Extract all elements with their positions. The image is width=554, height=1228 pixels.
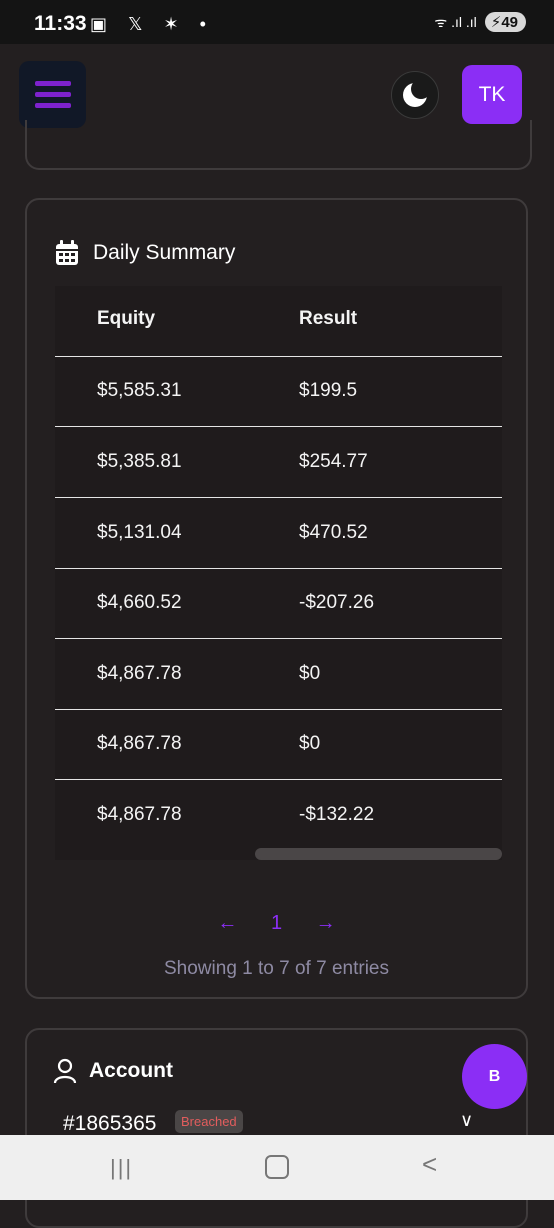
back-button[interactable]: <: [422, 1149, 437, 1180]
table-row: $4,867.78 $0: [55, 639, 502, 710]
result-cell: $254.77: [299, 451, 368, 472]
table-row: $5,131.04 $470.52: [55, 498, 502, 569]
user-icon: [53, 1058, 77, 1084]
table-header-row: Equity Result: [55, 286, 502, 357]
card-title: Daily Summary: [93, 241, 236, 264]
entries-info: Showing 1 to 7 of 7 entries: [164, 958, 389, 979]
account-id[interactable]: #1865365: [63, 1112, 156, 1136]
hamburger-icon: [35, 81, 71, 86]
menu-button[interactable]: [19, 61, 86, 128]
horizontal-scrollbar[interactable]: [255, 848, 502, 860]
next-page-button[interactable]: →: [316, 912, 336, 935]
column-header-equity: Equity: [97, 308, 156, 329]
account-header: Account: [53, 1058, 173, 1084]
battery-icon: ⚡49: [484, 12, 526, 32]
status-time: 11:33: [34, 12, 87, 35]
daily-summary-card: Daily Summary Equity Result $5,585.31 $1…: [25, 198, 528, 999]
battery-level: 49: [501, 14, 518, 31]
home-button[interactable]: [265, 1155, 289, 1179]
daily-summary-table[interactable]: Equity Result $5,585.31 $199.5 $5,385.81…: [55, 286, 502, 860]
result-cell: -$207.26: [299, 592, 375, 613]
equity-cell: $4,867.78: [97, 663, 182, 684]
equity-cell: $4,867.78: [97, 804, 182, 825]
result-cell: $470.52: [299, 522, 368, 543]
result-cell: $199.5: [299, 380, 358, 401]
result-cell: $0: [299, 663, 321, 684]
page-number-button[interactable]: 1: [271, 912, 282, 935]
hamburger-icon-bar: [35, 92, 71, 97]
chevron-down-icon[interactable]: ∨: [460, 1110, 473, 1131]
status-right: ᯤ .ıl .ıl ⚡49: [434, 12, 526, 32]
equity-cell: $5,131.04: [97, 522, 182, 543]
avatar[interactable]: TK: [462, 65, 522, 124]
floating-action-button[interactable]: B: [462, 1044, 527, 1109]
equity-cell: $4,660.52: [97, 592, 182, 613]
table-row: $4,867.78 -$132.22: [55, 780, 502, 850]
previous-card: [25, 120, 532, 170]
account-title: Account: [89, 1059, 173, 1082]
prev-page-button[interactable]: ←: [217, 912, 237, 935]
table-row: $5,585.31 $199.5: [55, 356, 502, 427]
equity-cell: $5,385.81: [97, 451, 182, 472]
result-cell: $0: [299, 733, 321, 754]
theme-toggle-button[interactable]: [391, 71, 439, 119]
status-badge: Breached: [175, 1110, 243, 1133]
equity-cell: $5,585.31: [97, 380, 182, 401]
system-nav-bar: ||| <: [0, 1135, 554, 1200]
daily-summary-header: Daily Summary: [55, 240, 235, 266]
result-cell: -$132.22: [299, 804, 375, 825]
notification-icons: ▣ 𝕏 ✶ •: [90, 14, 214, 34]
table-row: $4,660.52 -$207.26: [55, 568, 502, 639]
calendar-icon: [56, 240, 78, 265]
recents-button[interactable]: |||: [110, 1155, 133, 1181]
status-bar: 11:33 ▣ 𝕏 ✶ • ᯤ .ıl .ıl ⚡49: [0, 0, 554, 44]
column-header-result: Result: [299, 308, 358, 329]
moon-icon: [403, 79, 431, 107]
signal-icon: ᯤ .ıl .ıl: [434, 13, 477, 30]
hamburger-icon-bar: [35, 103, 71, 108]
table-row: $4,867.78 $0: [55, 709, 502, 780]
pagination: ← 1 →: [27, 912, 526, 935]
equity-cell: $4,867.78: [97, 733, 182, 754]
table-row: $5,385.81 $254.77: [55, 427, 502, 498]
